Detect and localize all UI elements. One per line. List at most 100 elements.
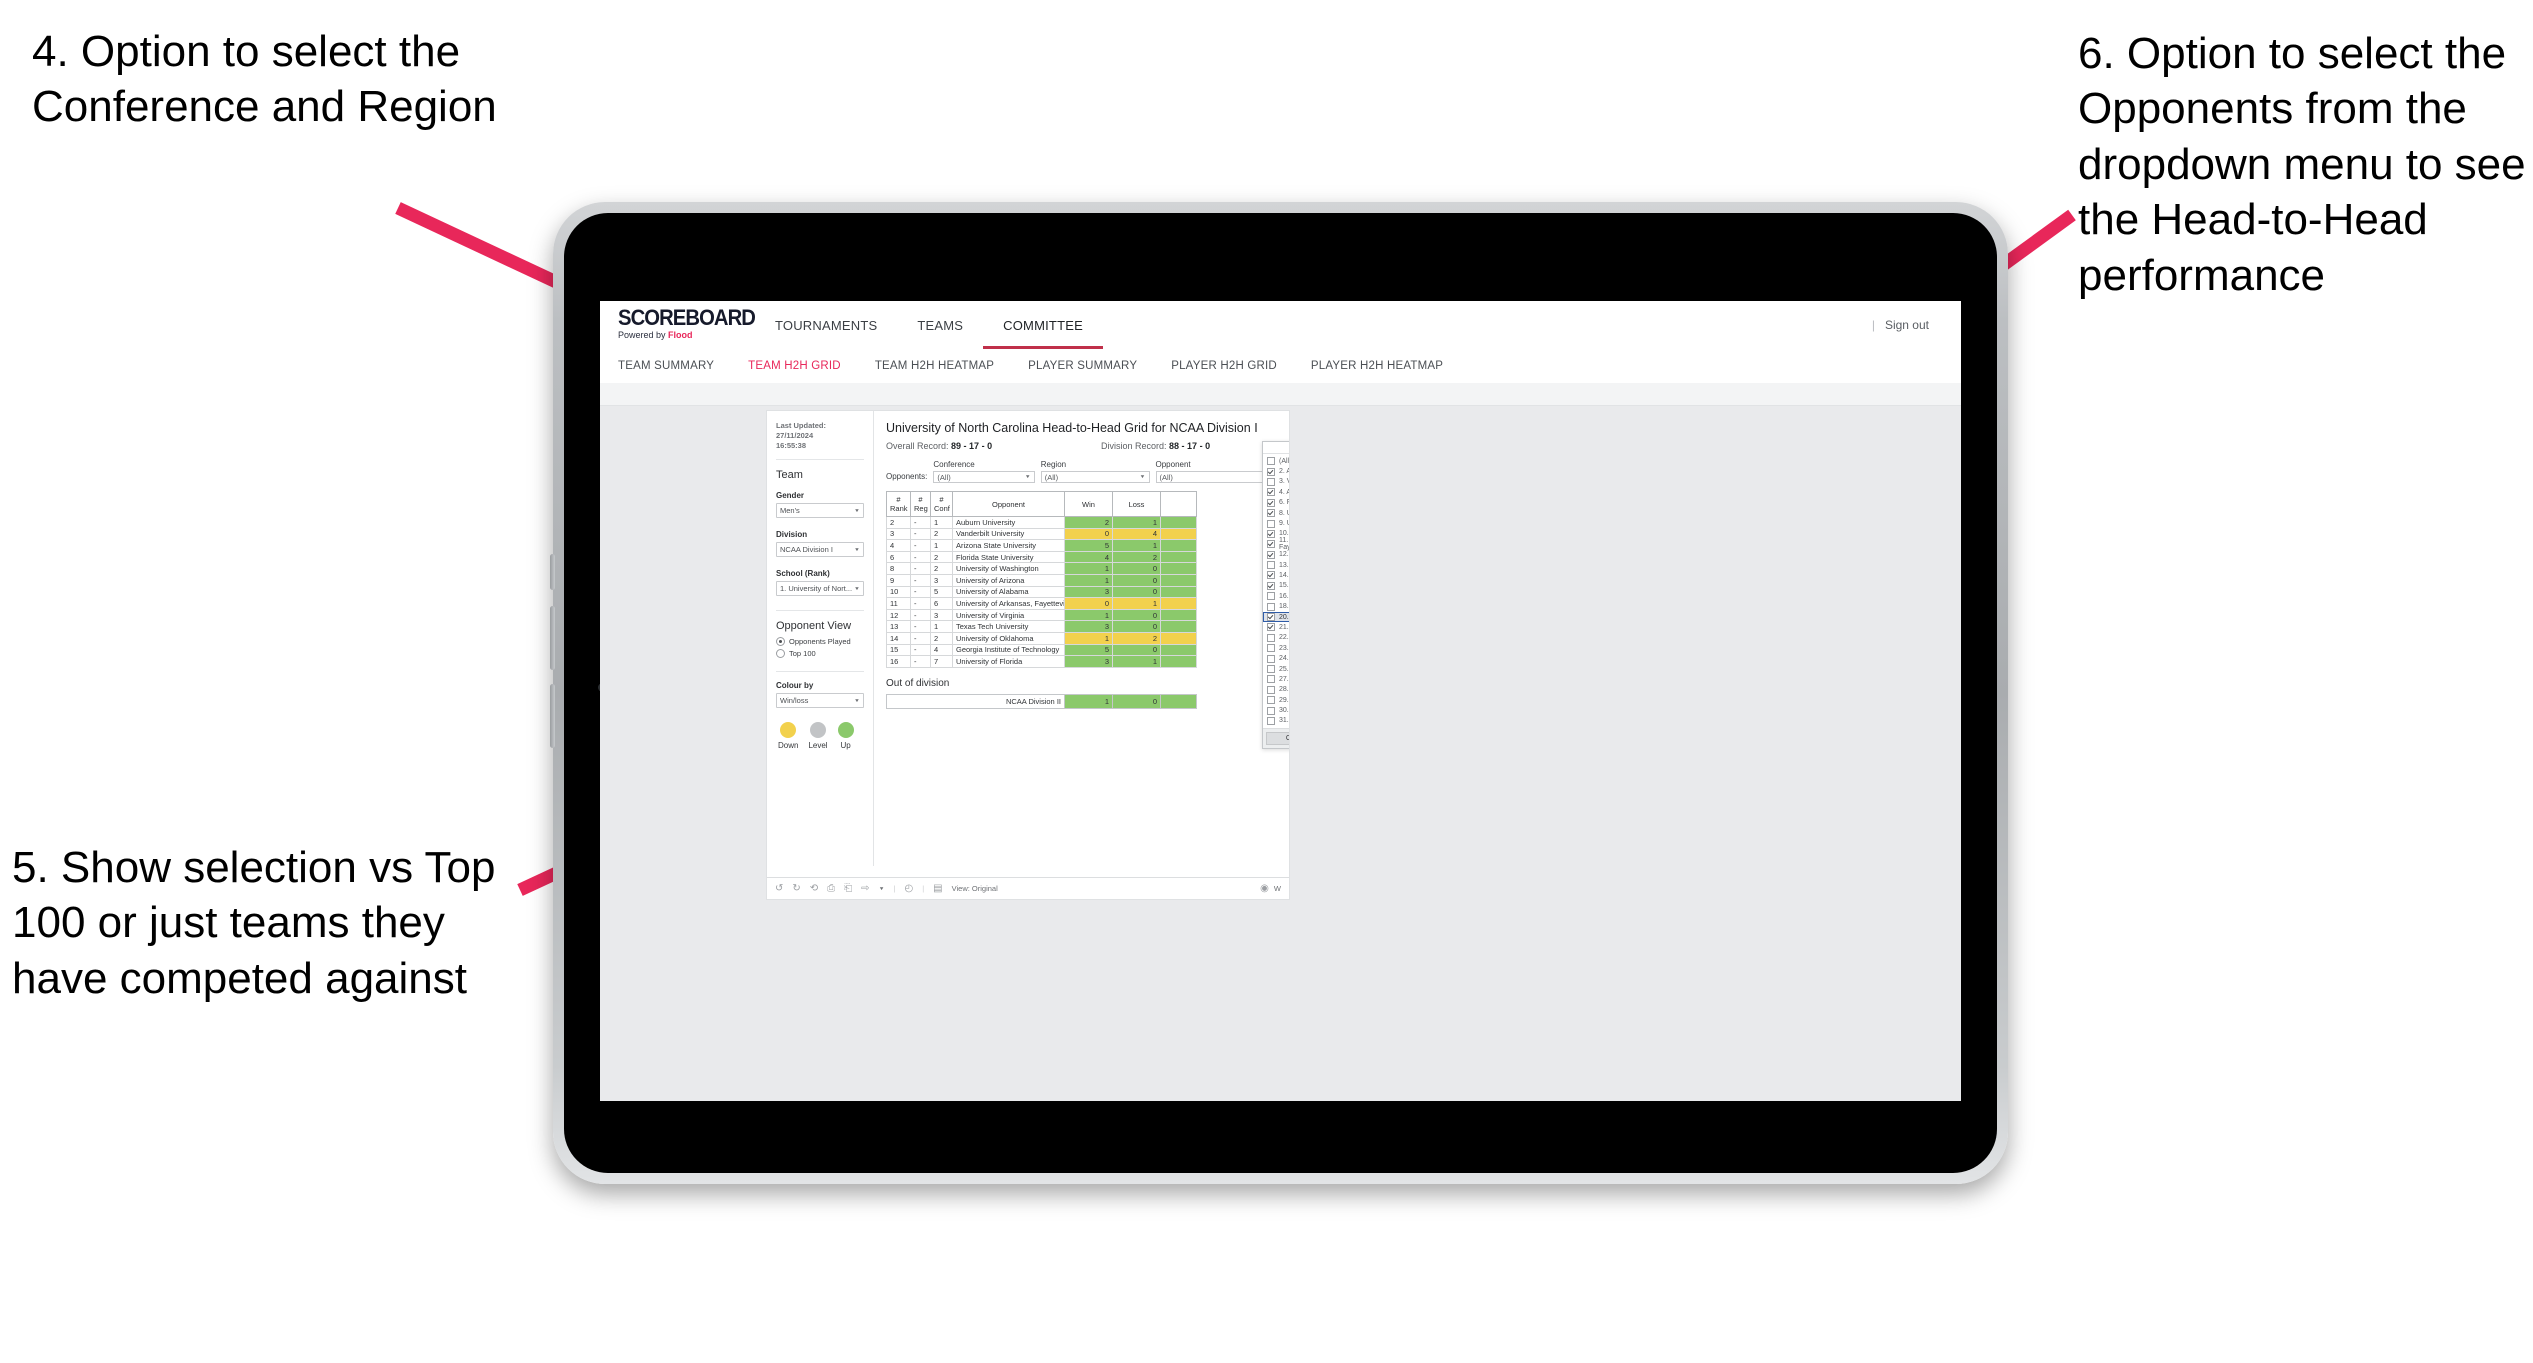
table-row[interactable]: 2-1 Auburn University 2 1 (886, 516, 1197, 529)
view-label[interactable]: View: Original (952, 884, 998, 893)
table-row[interactable]: 8-2 University of Washington 1 0 (886, 562, 1197, 575)
subnav-player-summary[interactable]: PLAYER SUMMARY (1028, 360, 1154, 372)
checkbox-icon[interactable] (1267, 457, 1275, 466)
opponent-option[interactable]: 29. San Diego State University (1263, 695, 1289, 705)
opponent-option[interactable]: 20. University of Texas (1263, 611, 1289, 623)
subnav-team-summary[interactable]: TEAM SUMMARY (618, 360, 731, 372)
table-row[interactable]: 9-3 University of Arizona 1 0 (886, 573, 1197, 587)
school-select[interactable]: 1. University of Nort... ▼ (776, 581, 864, 597)
scoreboard-logo[interactable]: SCOREBOARD Powered by Flood (618, 307, 756, 341)
revert-icon[interactable]: ⟲ (810, 883, 818, 894)
refresh-icon[interactable]: ⎙ (827, 883, 835, 894)
checkbox-icon[interactable] (1267, 602, 1275, 611)
checkbox-icon[interactable] (1267, 592, 1275, 601)
redo-icon[interactable]: ↻ (792, 883, 800, 894)
opponent-option[interactable]: 18. University of Illinois (1263, 601, 1289, 611)
checkbox-icon[interactable] (1267, 685, 1275, 694)
opponent-option[interactable]: 11. University of Arkansas, Fayetteville (1263, 537, 1289, 551)
table-row[interactable]: 10-5 University of Alabama 3 0 (886, 585, 1197, 599)
cancel-button[interactable]: Cancel (1266, 732, 1289, 746)
colour-by-select[interactable]: Win/loss ▼ (776, 693, 864, 709)
opponent-search-input[interactable] (1263, 442, 1289, 454)
checkbox-icon[interactable] (1267, 654, 1275, 663)
checkbox-icon[interactable] (1267, 550, 1275, 559)
undo-icon[interactable]: ↺ (775, 883, 783, 894)
table-row[interactable]: 3-2 Vanderbilt University 0 4 (886, 527, 1197, 541)
opponent-option[interactable]: 13. Texas Tech University (1263, 560, 1289, 570)
opponent-option[interactable]: 22. University of Georgia (1263, 633, 1289, 643)
checkbox-icon[interactable] (1267, 623, 1275, 632)
table-row[interactable]: 6-2 Florida State University 4 2 (886, 550, 1197, 564)
checkbox-icon[interactable] (1267, 540, 1275, 549)
nav-committee[interactable]: COMMITTEE (983, 301, 1103, 349)
opponent-option[interactable]: 12. University of Virginia (1263, 550, 1289, 560)
table-row[interactable]: 14-2 University of Oklahoma 1 2 (886, 631, 1197, 645)
pause-icon[interactable]: ⎗ (844, 883, 852, 894)
opponent-option[interactable]: 30. Purdue University (1263, 705, 1289, 715)
table-row[interactable]: 15-4 Georgia Institute of Technology 5 0 (886, 643, 1197, 657)
opponent-option[interactable]: 9. University of Arizona (1263, 518, 1289, 528)
table-row[interactable]: 13-1 Texas Tech University 3 0 (886, 620, 1197, 633)
checkbox-icon[interactable] (1267, 488, 1275, 497)
subnav-team-h2h-heatmap[interactable]: TEAM H2H HEATMAP (875, 360, 1011, 372)
opponent-dropdown-panel[interactable]: (All) 2. Auburn University 3. Vanderbilt U… (1262, 441, 1289, 750)
checkbox-icon[interactable] (1267, 571, 1275, 580)
opponent-option[interactable]: 6. Florida State University (1263, 498, 1289, 508)
chevron-down-icon[interactable]: ▼ (879, 886, 885, 891)
radio-top-100[interactable]: Top 100 (776, 649, 864, 659)
opponent-option[interactable]: 23. Texas A&M University (1263, 643, 1289, 653)
nav-tournaments[interactable]: TOURNAMENTS (755, 301, 897, 349)
subnav-player-h2h-grid[interactable]: PLAYER H2H GRID (1171, 360, 1294, 372)
checkbox-icon[interactable] (1267, 561, 1275, 570)
opponent-option[interactable]: 4. Arizona State University (1263, 487, 1289, 497)
checkbox-icon[interactable] (1267, 665, 1275, 673)
watch-label[interactable]: W (1274, 884, 1281, 893)
opponent-option[interactable]: (All) (1263, 456, 1289, 466)
checkbox-icon[interactable] (1267, 696, 1275, 705)
opponent-option[interactable]: 3. Vanderbilt University (1263, 477, 1289, 487)
checkbox-icon[interactable] (1267, 519, 1275, 528)
subnav-player-h2h-heatmap[interactable]: PLAYER H2H HEATMAP (1311, 360, 1460, 372)
gender-select[interactable]: Men's ▼ (776, 503, 864, 519)
checkbox-icon[interactable] (1267, 477, 1275, 486)
view-icon[interactable]: ▤ (933, 883, 942, 894)
checkbox-icon[interactable] (1267, 675, 1275, 684)
opponent-option[interactable]: 2. Auburn University (1263, 466, 1289, 476)
table-row[interactable]: 12-3 University of Virginia 1 0 (886, 608, 1197, 622)
table-row[interactable]: 4-1 Arizona State University 5 1 (886, 539, 1197, 552)
out-of-division-row[interactable]: NCAA Division II 1 0 (886, 693, 1197, 709)
opponent-option[interactable]: 28. The Ohio State University (1263, 685, 1289, 695)
checkbox-icon[interactable] (1267, 706, 1275, 715)
history-icon[interactable]: ◴ (904, 883, 913, 894)
opponent-option[interactable]: 15. Georgia Institute of Technology (1263, 581, 1289, 591)
opponent-option[interactable]: 24. Duke University (1263, 653, 1289, 663)
opponent-option[interactable]: 21. University of New Mexico (1263, 622, 1289, 632)
table-row[interactable]: 11-6 University of Arkansas, Fayetteville… (886, 597, 1197, 610)
checkbox-icon[interactable] (1267, 581, 1275, 590)
opponent-select[interactable]: (All) ▼ (1155, 471, 1279, 483)
eye-icon[interactable]: ◉ (1260, 883, 1269, 894)
opponent-option[interactable]: 27. University of Notre Dame (1263, 674, 1289, 684)
division-select[interactable]: NCAA Division I ▼ (776, 542, 864, 558)
checkbox-icon[interactable] (1267, 509, 1275, 518)
share-icon[interactable]: ⇨ (861, 883, 869, 894)
opponent-option[interactable]: 25. University of Oregon (1263, 664, 1289, 674)
region-select[interactable]: (All) ▼ (1040, 471, 1150, 483)
checkbox-icon[interactable] (1267, 529, 1275, 538)
nav-teams[interactable]: TEAMS (897, 301, 983, 349)
checkbox-icon[interactable] (1267, 498, 1275, 507)
conference-select[interactable]: (All) ▼ (933, 471, 1035, 483)
sign-out-link[interactable]: Sign out (1885, 318, 1929, 332)
checkbox-icon[interactable] (1267, 613, 1275, 622)
table-row[interactable]: 16-7 University of Florida 3 1 (886, 655, 1197, 668)
opponent-option[interactable]: 16. University of Florida (1263, 591, 1289, 601)
checkbox-icon[interactable] (1267, 467, 1275, 476)
opponent-option[interactable]: 14. University of Oklahoma (1263, 570, 1289, 580)
checkbox-icon[interactable] (1267, 633, 1275, 642)
checkbox-icon[interactable] (1267, 716, 1275, 725)
radio-opponents-played[interactable]: Opponents Played (776, 637, 864, 647)
subnav-team-h2h-grid[interactable]: TEAM H2H GRID (748, 360, 858, 372)
opponent-option[interactable]: 8. University of Washington (1263, 508, 1289, 518)
opponent-option[interactable]: 31. University of North Florida (1263, 716, 1289, 726)
checkbox-icon[interactable] (1267, 644, 1275, 653)
